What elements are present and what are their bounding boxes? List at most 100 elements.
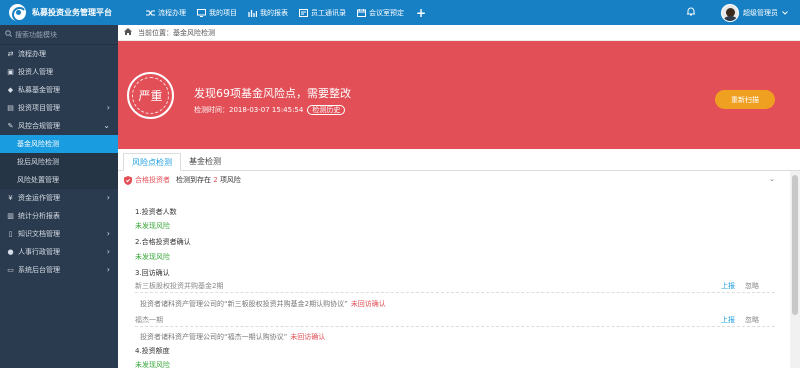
breadcrumb-current: 基金风险检测 (173, 28, 215, 37)
detail-warning: 未回访确认 (290, 333, 326, 341)
check-time-value: 2018-03-07 15:45:54 (229, 106, 304, 114)
section-desc-prefix: 检测到存在 (176, 176, 211, 184)
top-nav: 流程办理 我的项目 我的报表 员工通讯录 会议室预定 + (145, 6, 426, 20)
sidebar-item-projects[interactable]: ▤ 投资项目管理 › (0, 99, 118, 117)
sidebar-item-label: 人事行政管理 (18, 248, 60, 256)
plus-icon[interactable]: + (416, 6, 426, 20)
sidebar-item-label: 私募基金管理 (18, 86, 60, 94)
nav-contacts-label: 员工通讯录 (311, 8, 346, 17)
check-item-label: 1.投资者人数 (135, 208, 177, 216)
nav-my-projects-label: 我的项目 (209, 8, 237, 17)
ignore-button[interactable]: 忽略 (745, 315, 759, 325)
detail-row: 福杰一期 上报 忽略 (135, 314, 775, 327)
nav-my-reports-label: 我的报表 (260, 8, 288, 17)
sidebar-item-label: 风险处置管理 (17, 176, 59, 184)
sidebar-item-capital[interactable]: ¥ 资金运作管理 › (0, 189, 118, 207)
user-name[interactable]: 超级管理员 (743, 8, 778, 18)
scrollbar[interactable] (790, 171, 800, 368)
chevron-right-icon: › (106, 193, 110, 202)
sidebar-item-funds[interactable]: ◆ 私募基金管理 (0, 81, 118, 99)
calendar-icon (356, 8, 366, 18)
chevron-down-icon: ⌄ (103, 121, 110, 130)
scrollbar-thumb[interactable] (792, 175, 798, 315)
tab-risk-point-check[interactable]: 风险点检测 (123, 153, 181, 171)
sidebar-item-label: 投资项目管理 (18, 104, 60, 112)
ignore-button[interactable]: 忽略 (745, 281, 759, 291)
sidebar-item-risk-control[interactable]: ✎ 风控合规管理 ⌄ (0, 117, 118, 135)
sidebar-item-hr[interactable]: ● 人事行政管理 › (0, 243, 118, 261)
check-item-status: 未发现风险 (135, 361, 170, 368)
nav-workflow[interactable]: 流程办理 (145, 8, 186, 18)
severity-label: 严重 (138, 89, 163, 103)
sidebar-item-label: 基金风险检测 (17, 140, 59, 148)
section-desc: 检测到存在 2 项风险 (176, 175, 241, 185)
search-input[interactable]: 搜索功能模块 (0, 25, 118, 45)
sidebar-item-investors[interactable]: ▣ 投资人管理 (0, 63, 118, 81)
chevron-right-icon: › (106, 103, 110, 112)
sidebar-item-post-invest-check[interactable]: 投后风险检测 (0, 153, 118, 171)
main-content: 当前位置： 基金风险检测 严重 发现69项基金风险点，需要整改 检测时间： 20… (118, 25, 800, 368)
sidebar-item-workflow[interactable]: ⇄ 流程办理 (0, 45, 118, 63)
nav-contacts[interactable]: 员工通讯录 (298, 8, 346, 18)
alert-title: 发现69项基金风险点，需要整改 (194, 87, 351, 100)
check-item-label: 2.合格投资者确认 (135, 238, 191, 246)
sidebar-item-fund-risk-check[interactable]: 基金风险检测 (0, 135, 118, 153)
shuffle-icon (145, 8, 155, 18)
sidebar-item-knowledge[interactable]: ▯ 知识文档管理 › (0, 225, 118, 243)
check-item-status: 未发现风险 (135, 222, 170, 230)
sidebar-item-statistics[interactable]: ▥ 统计分析报表 (0, 207, 118, 225)
sidebar-item-label: 资金运作管理 (18, 194, 60, 202)
chevron-down-icon[interactable] (782, 9, 788, 17)
check-time-label: 检测时间： (194, 106, 229, 114)
briefcase-icon: ▤ (7, 104, 14, 112)
brand[interactable]: 私募投资业务管理平台 (0, 4, 145, 22)
monitor-icon (196, 8, 206, 18)
chevron-right-icon: › (106, 247, 110, 256)
risk-count: 2 (213, 176, 218, 184)
report-button[interactable]: 上报 (721, 281, 735, 291)
sidebar-item-system[interactable]: ▭ 系统后台管理 › (0, 261, 118, 279)
bar-chart-icon (247, 8, 257, 18)
app-logo-icon (9, 4, 27, 22)
nav-workflow-label: 流程办理 (158, 8, 186, 17)
row-actions: 上报 忽略 (721, 315, 759, 325)
detail-fund-name[interactable]: 新三板股权投资并购基金2期 (135, 281, 223, 291)
shield-icon (124, 175, 132, 185)
chevron-right-icon: › (106, 229, 110, 238)
app-title: 私募投资业务管理平台 (32, 8, 112, 17)
sidebar-item-risk-handling[interactable]: 风险处置管理 (0, 171, 118, 189)
check-history-button[interactable]: 检测历史 (307, 105, 346, 115)
avatar[interactable] (721, 3, 739, 22)
contact-card-icon (298, 8, 308, 18)
top-right-area: 超级管理员 (687, 0, 788, 25)
detail-note: 投资者诸科资产管理公司的“福杰一期认购协议” 未回访确认 (140, 332, 325, 342)
yen-icon: ¥ (8, 194, 13, 202)
report-button[interactable]: 上报 (721, 315, 735, 325)
search-icon (5, 30, 13, 39)
risk-detail-panel: 合格投资者 检测到存在 2 项风险 ⌄ 1.投资者人数 未发现风险 2.合格投资… (118, 171, 800, 368)
nav-my-reports[interactable]: 我的报表 (247, 8, 288, 18)
check-item-label: 3.回访确认 (135, 269, 170, 277)
section-header[interactable]: 合格投资者 检测到存在 2 项风险 (124, 174, 241, 186)
nav-my-projects[interactable]: 我的项目 (196, 8, 237, 18)
detail-fund-name[interactable]: 福杰一期 (135, 315, 163, 325)
tab-fund-check[interactable]: 基金检测 (181, 152, 229, 170)
detail-note-text: 投资者诸科资产管理公司的“新三板股权投资并购基金2期认购协议” (140, 300, 348, 308)
check-item-label: 4.投资额度 (135, 347, 170, 355)
home-icon[interactable] (124, 28, 132, 37)
detail-row: 新三板股权投资并购基金2期 上报 忽略 (135, 280, 775, 293)
chevron-down-icon[interactable]: ⌄ (769, 175, 775, 183)
sidebar-item-label: 投资人管理 (18, 68, 53, 76)
rescan-button[interactable]: 重新扫描 (715, 90, 775, 109)
severity-badge: 严重 (127, 72, 174, 119)
id-card-icon: ▣ (7, 68, 14, 76)
bar-chart-icon: ▥ (7, 212, 14, 220)
alert-meta: 检测时间： 2018-03-07 15:45:54 检测历史 (194, 105, 346, 115)
check-item-status: 未发现风险 (135, 253, 170, 261)
user-icon: ● (7, 248, 14, 256)
chevron-right-icon: › (106, 265, 110, 274)
sidebar-item-label: 知识文档管理 (18, 230, 60, 238)
nav-meeting-room-label: 会议室预定 (369, 8, 404, 17)
bell-icon[interactable] (687, 7, 695, 18)
nav-meeting-room[interactable]: 会议室预定 (356, 8, 404, 18)
